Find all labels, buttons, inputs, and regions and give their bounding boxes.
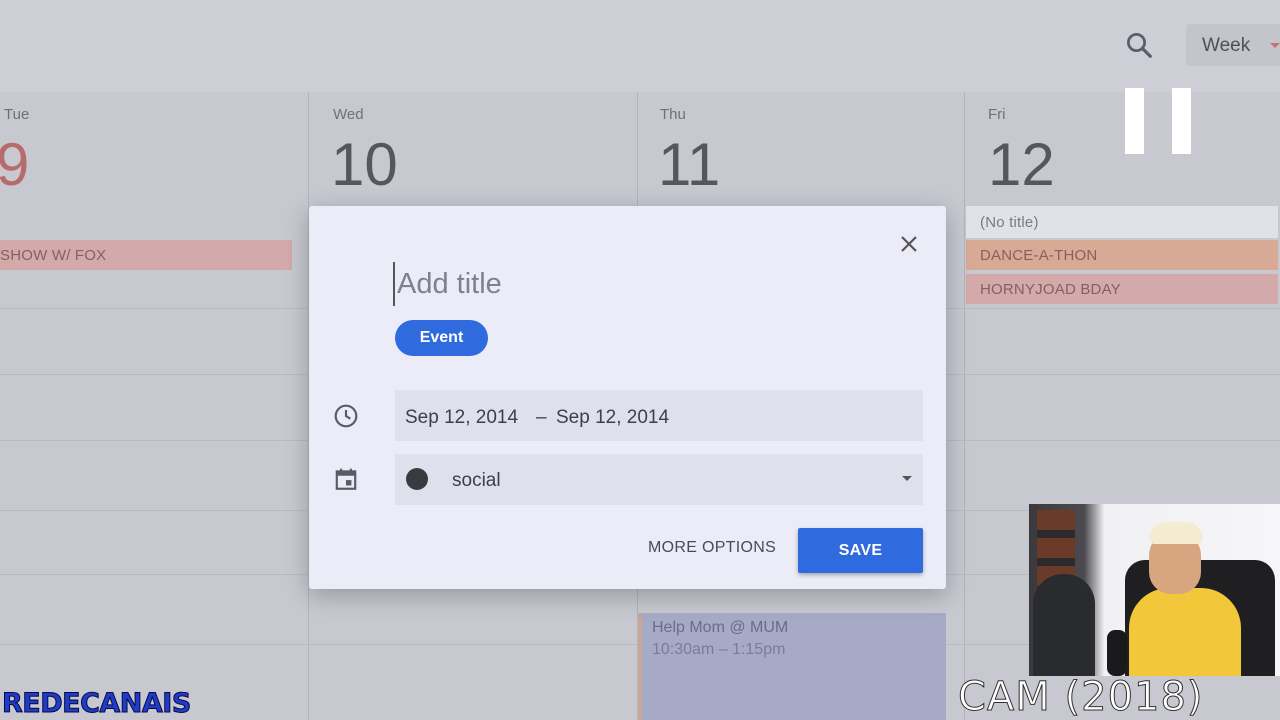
day-of-week: Tue <box>4 106 30 123</box>
event-time: 10:30am – 1:15pm <box>652 641 786 658</box>
start-date[interactable]: Sep 12, 2014 <box>405 407 518 429</box>
calendar-select[interactable]: social <box>395 454 923 505</box>
day-header-tue[interactable]: Tue 9 <box>0 92 308 198</box>
webcam-microphone <box>1107 630 1127 676</box>
day-number: 10 <box>331 131 398 198</box>
pause-icon <box>1125 88 1191 154</box>
webcam-overlay <box>1029 504 1280 676</box>
end-date[interactable]: Sep 12, 2014 <box>556 407 669 429</box>
day-header-thu[interactable]: Thu 11 <box>638 92 964 198</box>
view-select[interactable]: Week <box>1186 24 1280 66</box>
day-number: 9 <box>0 131 30 198</box>
day-number: 11 <box>658 131 721 198</box>
close-icon[interactable] <box>897 232 921 256</box>
calendar-color-dot <box>406 468 428 490</box>
calendar-name: social <box>452 470 501 491</box>
title-input[interactable] <box>393 262 863 306</box>
day-number: 12 <box>988 131 1055 198</box>
watermark-logo: REDECANAIS <box>2 688 192 720</box>
day-header-fri[interactable]: Fri 12 <box>965 92 1280 198</box>
chevron-down-icon <box>1270 43 1280 48</box>
day-of-week: Thu <box>660 106 686 123</box>
watermark-caption: CAM (2018) <box>958 674 1204 720</box>
chevron-down-icon <box>902 476 912 481</box>
event-chip[interactable]: HORNYJOAD BDAY <box>966 274 1278 304</box>
day-header-wed[interactable]: Wed 10 <box>309 92 637 198</box>
event-chip[interactable]: DANCE-A-THON <box>966 240 1278 270</box>
day-of-week: Fri <box>988 106 1006 123</box>
event-chip[interactable]: SHOW W/ FOX <box>0 240 292 270</box>
search-icon[interactable] <box>1124 30 1154 60</box>
save-button[interactable]: SAVE <box>798 528 923 573</box>
day-of-week: Wed <box>333 106 364 123</box>
date-range-field[interactable]: Sep 12, 2014 – Sep 12, 2014 <box>395 390 923 441</box>
calendar-header: Week <box>0 0 1280 92</box>
view-label: Week <box>1202 35 1251 56</box>
event-type-chip[interactable]: Event <box>395 320 488 356</box>
event-dialog: Event Sep 12, 2014 – Sep 12, 2014 social… <box>309 206 946 589</box>
event-block[interactable]: Help Mom @ MUM 10:30am – 1:15pm <box>638 613 946 720</box>
clock-icon <box>334 404 358 428</box>
webcam-person-hair <box>1149 522 1203 544</box>
more-options-button[interactable]: MORE OPTIONS <box>648 539 776 557</box>
date-separator: – <box>536 407 547 428</box>
calendar-icon <box>335 468 357 490</box>
event-chip[interactable]: (No title) <box>966 206 1278 238</box>
event-title: Help Mom @ MUM <box>652 619 789 636</box>
webcam-person-left <box>1033 574 1095 676</box>
webcam-person-body <box>1129 588 1241 676</box>
